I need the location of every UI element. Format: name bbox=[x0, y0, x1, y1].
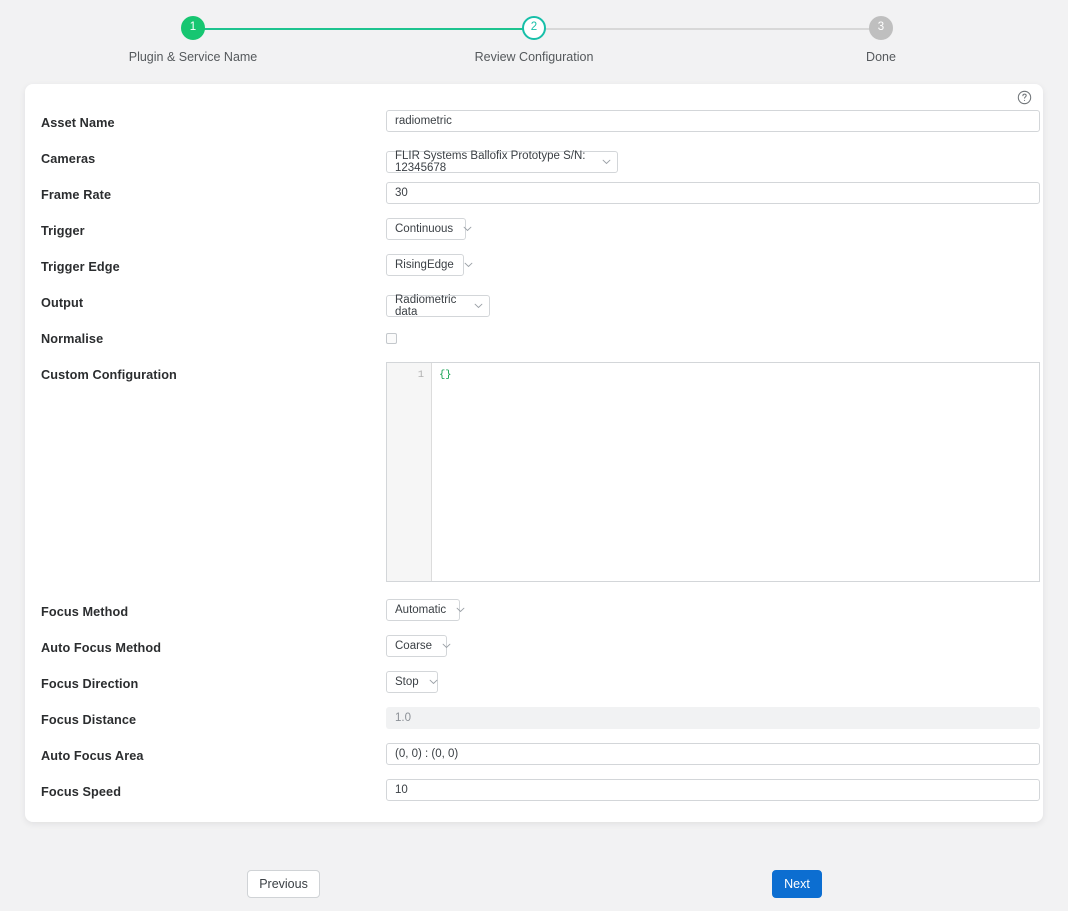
asset-name-input[interactable] bbox=[386, 110, 1040, 132]
configuration-card: Asset Name Cameras FLIR Systems Ballofix… bbox=[25, 84, 1043, 822]
label-trigger: Trigger bbox=[41, 218, 386, 238]
output-select-value: Radiometric data bbox=[395, 294, 464, 318]
step-2-review-configuration[interactable]: 2 Review Configuration bbox=[434, 16, 634, 64]
label-focus-direction: Focus Direction bbox=[41, 671, 386, 691]
focus-method-select[interactable]: Automatic bbox=[386, 599, 460, 621]
step-3-number: 3 bbox=[878, 22, 884, 34]
editor-line-numbers: 1 bbox=[387, 363, 432, 581]
label-cameras: Cameras bbox=[41, 146, 386, 166]
label-focus-method: Focus Method bbox=[41, 599, 386, 619]
label-auto-focus-area: Auto Focus Area bbox=[41, 743, 386, 763]
label-asset-name: Asset Name bbox=[41, 110, 386, 130]
auto-focus-method-select-value: Coarse bbox=[395, 640, 432, 652]
wizard-footer: Previous Next bbox=[0, 870, 1068, 904]
field-row-auto-focus-method: Auto Focus Method Coarse bbox=[41, 635, 1027, 671]
next-button[interactable]: Next bbox=[772, 870, 822, 898]
field-row-frame-rate: Frame Rate bbox=[41, 182, 1027, 218]
label-focus-speed: Focus Speed bbox=[41, 779, 386, 799]
step-1-circle: 1 bbox=[181, 16, 205, 40]
label-trigger-edge: Trigger Edge bbox=[41, 254, 386, 274]
configuration-form: Asset Name Cameras FLIR Systems Ballofix… bbox=[25, 110, 1043, 815]
focus-speed-input[interactable] bbox=[386, 779, 1040, 801]
field-row-focus-speed: Focus Speed bbox=[41, 779, 1027, 815]
previous-button[interactable]: Previous bbox=[247, 870, 320, 898]
label-focus-distance: Focus Distance bbox=[41, 707, 386, 727]
step-1-label: Plugin & Service Name bbox=[93, 50, 293, 64]
trigger-edge-select[interactable]: RisingEdge bbox=[386, 254, 464, 276]
cameras-select[interactable]: FLIR Systems Ballofix Prototype S/N: 123… bbox=[386, 151, 618, 173]
output-select[interactable]: Radiometric data bbox=[386, 295, 490, 317]
chevron-down-icon bbox=[456, 607, 465, 613]
chevron-down-icon bbox=[602, 159, 611, 165]
field-row-cameras: Cameras FLIR Systems Ballofix Prototype … bbox=[41, 146, 1027, 182]
chevron-down-icon bbox=[442, 643, 451, 649]
step-2-label: Review Configuration bbox=[434, 50, 634, 64]
chevron-down-icon bbox=[474, 303, 483, 309]
chevron-down-icon bbox=[463, 226, 472, 232]
editor-code-content[interactable]: {} bbox=[432, 363, 1039, 581]
label-output: Output bbox=[41, 290, 386, 310]
auto-focus-method-select[interactable]: Coarse bbox=[386, 635, 447, 657]
field-row-focus-direction: Focus Direction Stop bbox=[41, 671, 1027, 707]
normalise-checkbox[interactable] bbox=[386, 333, 397, 344]
trigger-select[interactable]: Continuous bbox=[386, 218, 466, 240]
field-row-trigger: Trigger Continuous bbox=[41, 218, 1027, 254]
trigger-select-value: Continuous bbox=[395, 223, 453, 235]
focus-direction-select-value: Stop bbox=[395, 676, 419, 688]
label-custom-configuration: Custom Configuration bbox=[41, 362, 386, 382]
step-3-circle: 3 bbox=[869, 16, 893, 40]
label-frame-rate: Frame Rate bbox=[41, 182, 386, 202]
frame-rate-input[interactable] bbox=[386, 182, 1040, 204]
field-row-output: Output Radiometric data bbox=[41, 290, 1027, 326]
step-1-number: 1 bbox=[190, 22, 196, 34]
step-2-circle: 2 bbox=[522, 16, 546, 40]
field-row-auto-focus-area: Auto Focus Area bbox=[41, 743, 1027, 779]
field-row-focus-distance: Focus Distance bbox=[41, 707, 1027, 743]
field-row-asset-name: Asset Name bbox=[41, 110, 1027, 146]
label-normalise: Normalise bbox=[41, 326, 386, 346]
step-3-label: Done bbox=[781, 50, 981, 64]
step-1-plugin-service-name[interactable]: 1 Plugin & Service Name bbox=[93, 16, 293, 64]
focus-direction-select[interactable]: Stop bbox=[386, 671, 438, 693]
label-auto-focus-method: Auto Focus Method bbox=[41, 635, 386, 655]
focus-distance-input bbox=[386, 707, 1040, 729]
field-row-focus-method: Focus Method Automatic bbox=[41, 599, 1027, 635]
field-row-trigger-edge: Trigger Edge RisingEdge bbox=[41, 254, 1027, 290]
chevron-down-icon bbox=[429, 679, 438, 685]
field-row-normalise: Normalise bbox=[41, 326, 1027, 362]
help-circle-icon[interactable] bbox=[1017, 90, 1032, 105]
step-3-done[interactable]: 3 Done bbox=[781, 16, 981, 64]
step-2-number: 2 bbox=[531, 22, 537, 34]
wizard-stepper: 1 Plugin & Service Name 2 Review Configu… bbox=[0, 0, 1068, 72]
cameras-select-value: FLIR Systems Ballofix Prototype S/N: 123… bbox=[395, 150, 592, 174]
card-header bbox=[25, 84, 1043, 110]
field-row-custom-configuration: Custom Configuration 1 {} bbox=[41, 362, 1027, 599]
custom-configuration-editor[interactable]: 1 {} bbox=[386, 362, 1040, 582]
focus-method-select-value: Automatic bbox=[395, 604, 446, 616]
chevron-down-icon bbox=[464, 262, 473, 268]
auto-focus-area-input[interactable] bbox=[386, 743, 1040, 765]
trigger-edge-select-value: RisingEdge bbox=[395, 259, 454, 271]
